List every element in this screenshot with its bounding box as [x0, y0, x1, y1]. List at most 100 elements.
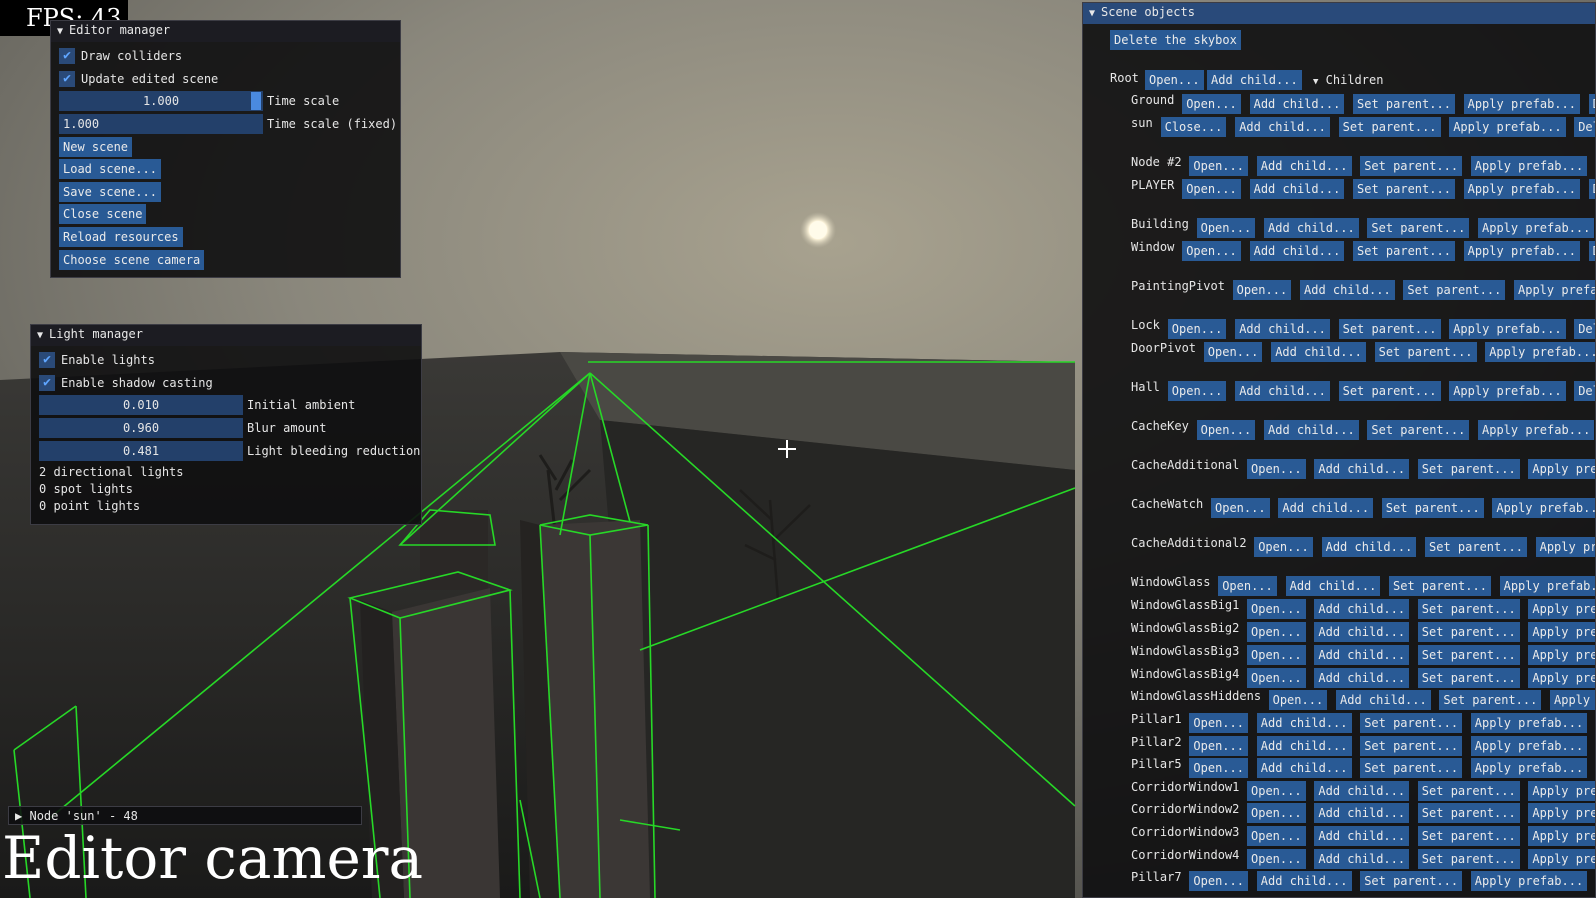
node-set-parent-button[interactable]: Set parent... [1360, 713, 1463, 733]
node-apply-prefab-button[interactable]: Apply prefab... [1463, 241, 1580, 261]
node-apply-prefab-button[interactable]: Apply prefab... [1528, 622, 1595, 642]
node-open-button[interactable]: Open... [1167, 381, 1227, 401]
enable-lights-row[interactable]: ✔ Enable lights [39, 349, 409, 371]
scene-objects-header[interactable]: ▼ Scene objects [1083, 3, 1595, 24]
node-set-parent-button[interactable]: Set parent... [1403, 280, 1506, 300]
node-open-button[interactable]: Open... [1196, 218, 1256, 238]
node-apply-prefab-button[interactable]: Apply prefab... [1463, 179, 1580, 199]
node-delete-button[interactable]: Delete [1574, 381, 1595, 401]
node-apply-prefab-button[interactable]: Apply prefab... [1514, 280, 1595, 300]
node-set-parent-button[interactable]: Set parent... [1417, 622, 1520, 642]
node-open-button[interactable]: Open... [1189, 736, 1248, 756]
enable-shadow-casting-row[interactable]: ✔ Enable shadow casting [39, 372, 409, 394]
update-edited-scene-checkbox[interactable]: ✔ [59, 71, 75, 87]
node-set-parent-button[interactable]: Set parent... [1360, 758, 1463, 778]
node-delete-button[interactable]: Delete [1588, 94, 1595, 114]
node-apply-prefab-button[interactable]: Apply prefab... [1528, 849, 1595, 869]
node-delete-button[interactable]: Delete [1588, 241, 1595, 261]
node-apply-prefab-button[interactable]: Apply prefab... [1478, 218, 1595, 238]
time-scale-slider-knob[interactable] [251, 92, 261, 110]
update-edited-scene-row[interactable]: ✔ Update edited scene [59, 68, 389, 90]
node-apply-prefab-button[interactable]: Apply prefab... [1470, 713, 1588, 733]
collapse-triangle-icon[interactable]: ▼ [57, 22, 69, 41]
draw-colliders-row[interactable]: ✔ Draw colliders [59, 45, 389, 67]
node-apply-prefab-button[interactable]: Apply prefab... [1499, 576, 1595, 596]
light-bleeding-slider[interactable]: 0.481 [39, 441, 243, 461]
node-add-child-button[interactable]: Add child... [1256, 871, 1352, 891]
node-add-child-button[interactable]: Add child... [1256, 713, 1352, 733]
node-apply-prefab-button[interactable]: Apply prefab... [1535, 537, 1595, 557]
node-add-child-button[interactable]: Add child... [1314, 668, 1410, 688]
node-set-parent-button[interactable]: Set parent... [1353, 241, 1455, 261]
node-set-parent-button[interactable]: Set parent... [1417, 459, 1520, 479]
node-open-button[interactable]: Open... [1189, 713, 1248, 733]
node-add-child-button[interactable]: Add child... [1314, 645, 1410, 665]
node-delete-button[interactable]: Delete [1574, 117, 1595, 137]
reload-resources-button[interactable]: Reload resources [59, 227, 183, 247]
node-open-button[interactable]: Open... [1167, 319, 1227, 339]
node-apply-prefab-button[interactable]: Apply prefab... [1492, 498, 1595, 518]
draw-colliders-checkbox[interactable]: ✔ [59, 48, 75, 64]
time-scale-slider[interactable]: 1.000 [59, 91, 263, 111]
node-delete-button[interactable]: Delete [1574, 319, 1595, 339]
load-scene-button[interactable]: Load scene... [59, 159, 161, 179]
node-open-button[interactable]: Open... [1182, 179, 1241, 199]
node-set-parent-button[interactable]: Set parent... [1338, 319, 1441, 339]
node-apply-prefab-button[interactable]: Apply prefab... [1528, 668, 1595, 688]
node-set-parent-button[interactable]: Set parent... [1417, 599, 1520, 619]
node-apply-prefab-button[interactable]: Apply prefab... [1449, 117, 1566, 137]
children-toggle[interactable]: ▼ Children [1313, 71, 1383, 91]
node-open-button[interactable]: Open... [1247, 599, 1306, 619]
node-set-parent-button[interactable]: Set parent... [1360, 871, 1463, 891]
node-add-child-button[interactable]: Add child... [1256, 736, 1352, 756]
node-open-button[interactable]: Open... [1247, 668, 1306, 688]
node-add-child-button[interactable]: Add child... [1314, 849, 1410, 869]
node-set-parent-button[interactable]: Set parent... [1417, 849, 1520, 869]
node-apply-prefab-button[interactable]: Apply prefab... [1470, 736, 1588, 756]
node-open-button[interactable]: Open... [1247, 849, 1306, 869]
node-apply-prefab-button[interactable]: Apply prefab... [1528, 803, 1595, 823]
node-apply-prefab-button[interactable]: Apply prefab... [1449, 319, 1566, 339]
node-apply-prefab-button[interactable]: Apply prefab... [1485, 342, 1595, 362]
node-add-child-button[interactable]: Add child... [1256, 156, 1352, 176]
node-add-child-button[interactable]: Add child... [1235, 319, 1330, 339]
node-set-parent-button[interactable]: Set parent... [1360, 156, 1463, 176]
node-add-child-button[interactable]: Add child... [1285, 576, 1381, 596]
node-set-parent-button[interactable]: Set parent... [1417, 668, 1520, 688]
save-scene-button[interactable]: Save scene... [59, 182, 161, 202]
node-set-parent-button[interactable]: Set parent... [1374, 342, 1477, 362]
time-scale-fixed-input[interactable]: 1.000 [59, 114, 263, 134]
collapse-triangle-icon[interactable]: ▼ [1089, 4, 1101, 23]
node-open-button[interactable]: Open... [1211, 498, 1270, 518]
node-open-button[interactable]: Open... [1247, 459, 1306, 479]
node-open-button[interactable]: Open... [1182, 94, 1241, 114]
node-apply-prefab-button[interactable]: Apply prefab... [1528, 826, 1595, 846]
node-open-button[interactable]: Open... [1203, 342, 1263, 362]
node-add-child-button[interactable]: Add child... [1314, 826, 1410, 846]
node-set-parent-button[interactable]: Set parent... [1389, 576, 1491, 596]
node-open-button[interactable]: Open... [1189, 156, 1248, 176]
node-open-button[interactable]: Open... [1247, 826, 1306, 846]
node-open-button[interactable]: Open... [1196, 420, 1256, 440]
node-apply-prefab-button[interactable]: Apply prefab... [1463, 94, 1580, 114]
node-open-button[interactable]: Open... [1189, 871, 1248, 891]
editor-manager-header[interactable]: ▼ Editor manager [51, 21, 400, 42]
node-set-parent-button[interactable]: Set parent... [1417, 781, 1520, 801]
node-add-child-button[interactable]: Add child... [1235, 117, 1330, 137]
node-apply-prefab-button[interactable]: Apply prefab... [1528, 599, 1595, 619]
node-set-parent-button[interactable]: Set parent... [1417, 826, 1520, 846]
node-set-parent-button[interactable]: Set parent... [1353, 94, 1455, 114]
collapse-triangle-icon[interactable]: ▼ [37, 326, 49, 345]
node-apply-prefab-button[interactable]: Apply prefab... [1528, 645, 1595, 665]
node-add-child-button[interactable]: Add child... [1314, 459, 1410, 479]
node-open-button[interactable]: Open... [1247, 645, 1306, 665]
node-set-parent-button[interactable]: Set parent... [1417, 803, 1520, 823]
enable-lights-checkbox[interactable]: ✔ [39, 352, 55, 368]
close-scene-button[interactable]: Close scene [59, 204, 147, 224]
node-apply-prefab-button[interactable]: Apply prefab... [1470, 156, 1588, 176]
node-apply-prefab-button[interactable]: Apply prefab... [1478, 420, 1595, 440]
node-open-button[interactable]: Open... [1218, 576, 1277, 596]
node-open-button[interactable]: Open... [1254, 537, 1313, 557]
node-apply-prefab-button[interactable]: Apply prefab... [1470, 871, 1588, 891]
node-delete-button[interactable]: Delete [1588, 179, 1595, 199]
